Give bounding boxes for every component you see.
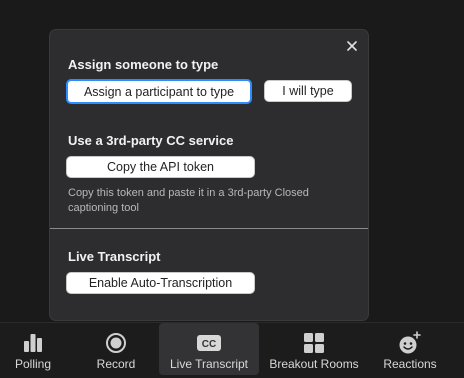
toolbar-item-reactions[interactable]: Reactions [378, 323, 442, 375]
toolbar-item-polling[interactable]: Polling [2, 323, 64, 375]
grid-icon [303, 330, 325, 356]
toolbar-label-live-transcript: Live Transcript [169, 357, 249, 371]
i-will-type-button[interactable]: I will type [264, 80, 352, 102]
meeting-toolbar: Polling Record CC Live Transcript Breako… [0, 322, 464, 378]
toolbar-label-polling: Polling [14, 357, 52, 371]
toolbar-label-record: Record [96, 357, 136, 371]
copy-api-token-button[interactable]: Copy the API token [66, 156, 255, 178]
bar-chart-icon [23, 330, 43, 356]
toolbar-item-breakout-rooms[interactable]: Breakout Rooms [266, 323, 362, 375]
toolbar-label-reactions: Reactions [383, 357, 437, 371]
enable-auto-transcription-button[interactable]: Enable Auto-Transcription [66, 272, 255, 294]
toolbar-item-record[interactable]: Record [86, 323, 146, 375]
copy-token-hint: Copy this token and paste it in a 3rd-pa… [68, 187, 309, 214]
closed-caption-popup: Assign someone to type Assign a particip… [50, 30, 368, 320]
record-icon [105, 330, 127, 356]
toolbar-label-breakout-rooms: Breakout Rooms [269, 357, 359, 371]
toolbar-item-live-transcript[interactable]: CC Live Transcript [159, 323, 259, 375]
emoji-plus-icon [398, 330, 422, 356]
cc-icon: CC [196, 330, 222, 356]
close-icon[interactable] [344, 38, 360, 54]
svg-text:CC: CC [202, 339, 216, 350]
third-party-section-title: Use a 3rd-party CC service [68, 133, 234, 148]
assign-section-title: Assign someone to type [68, 57, 219, 72]
live-transcript-section-title: Live Transcript [68, 249, 161, 264]
assign-participant-button[interactable]: Assign a participant to type [66, 79, 252, 104]
section-divider [50, 228, 368, 229]
